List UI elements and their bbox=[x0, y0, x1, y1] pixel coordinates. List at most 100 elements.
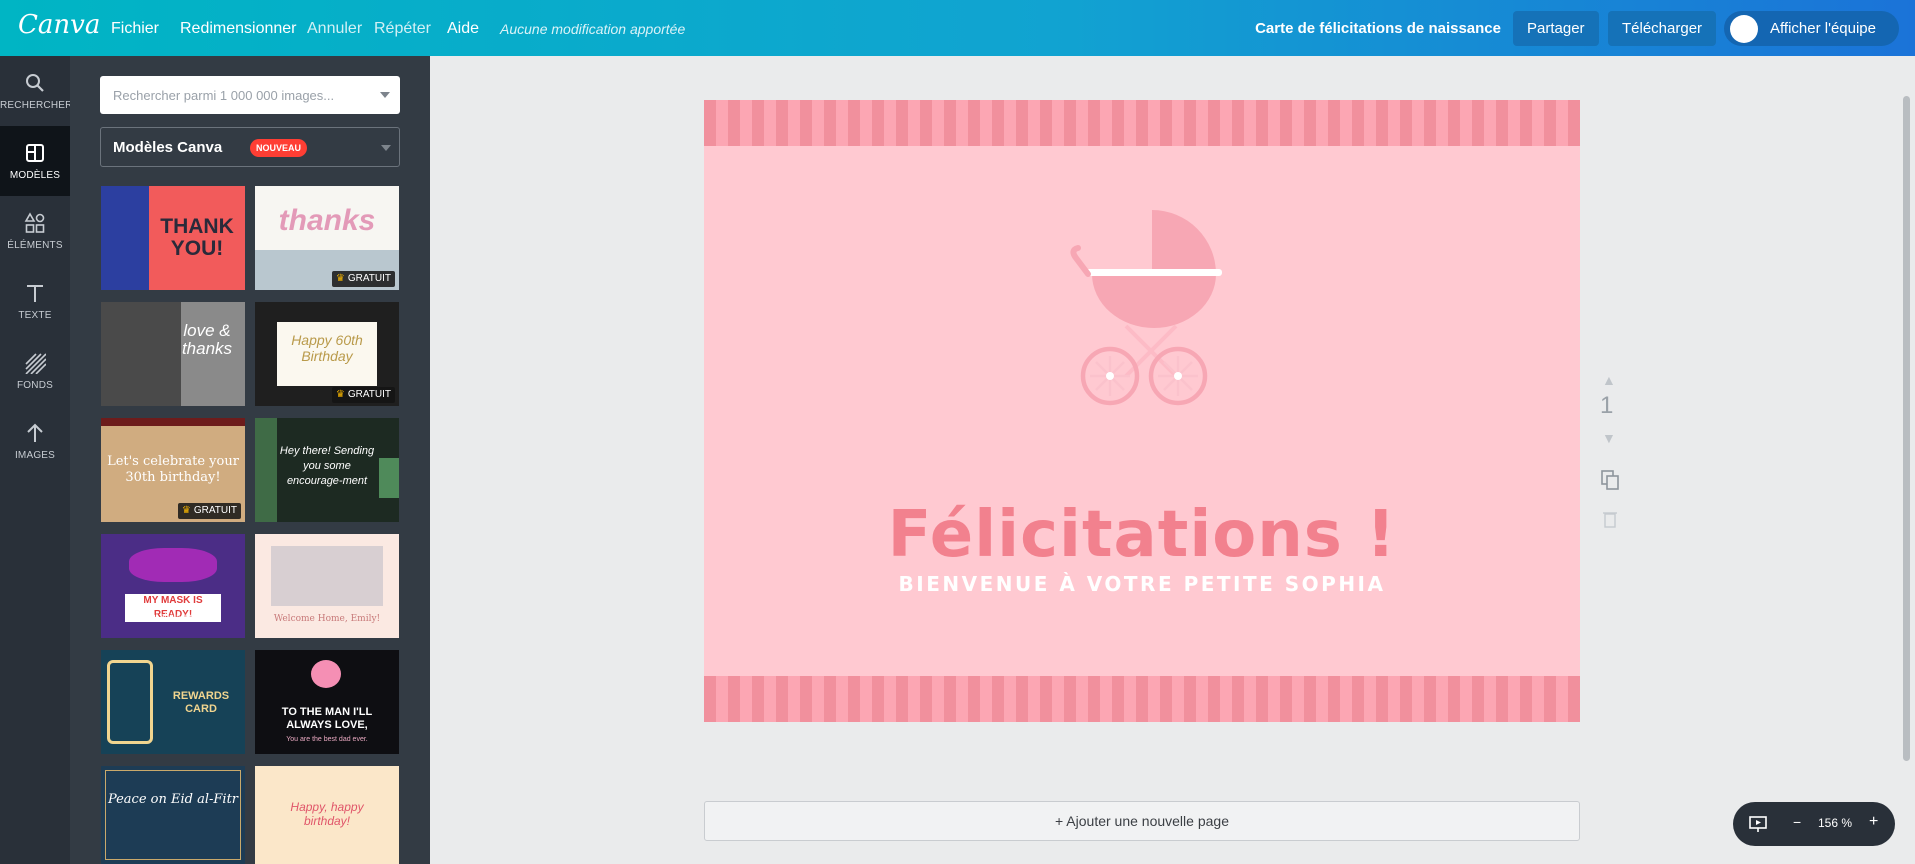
zoom-out-button[interactable]: − bbox=[1793, 814, 1801, 830]
backgrounds-icon bbox=[25, 353, 46, 374]
thumbnail-text: Let's celebrate your 30th birthday! bbox=[107, 454, 239, 485]
menu-help[interactable]: Aide bbox=[447, 20, 479, 38]
design-page[interactable]: Félicitations ! BIENVENUE À VOTRE PETITE… bbox=[704, 100, 1580, 722]
template-thumbnail[interactable]: Welcome Home, Emily! bbox=[255, 534, 399, 638]
thumbnail-text: love & thanks bbox=[181, 321, 233, 358]
crown-icon: ♛ bbox=[335, 273, 345, 284]
thumbnail-fuel-pump bbox=[107, 660, 153, 744]
templates-dropdown-label: Modèles Canva bbox=[113, 139, 223, 156]
show-team-label: Afficher l'équipe bbox=[1770, 20, 1876, 37]
top-bar: Canva Fichier Redimensionner Annuler Rép… bbox=[0, 0, 1915, 56]
free-badge-label: GRATUIT bbox=[347, 273, 391, 284]
duplicate-page-icon[interactable] bbox=[1601, 470, 1619, 490]
elements-icon bbox=[24, 212, 45, 233]
zoom-level[interactable]: 156 % bbox=[1818, 816, 1852, 830]
left-rail: RECHERCHER MODÈLES ÉLÉMENTS TEXTE FONDS … bbox=[0, 56, 73, 864]
template-thumbnail[interactable]: REWARDS CARD bbox=[101, 650, 245, 754]
upload-icon bbox=[27, 423, 43, 442]
rail-item-search[interactable]: RECHERCHER bbox=[0, 56, 73, 126]
canva-logo[interactable]: Canva bbox=[18, 10, 100, 40]
document-title[interactable]: Carte de félicitations de naissance bbox=[1255, 20, 1501, 37]
add-page-button[interactable]: + Ajouter une nouvelle page bbox=[704, 801, 1580, 841]
rail-item-text[interactable]: TEXTE bbox=[0, 266, 70, 336]
rail-item-elements[interactable]: ÉLÉMENTS bbox=[0, 196, 70, 266]
rail-label-elements: ÉLÉMENTS bbox=[7, 240, 63, 251]
thumbnail-photo bbox=[271, 546, 383, 606]
avatar bbox=[1730, 15, 1758, 43]
undo-button[interactable]: Annuler bbox=[307, 20, 362, 38]
top-stripe-border bbox=[704, 100, 1580, 146]
thumbnail-subtext: You are the best dad ever. bbox=[286, 736, 368, 743]
download-button[interactable]: Télécharger bbox=[1608, 11, 1717, 46]
text-icon bbox=[27, 285, 43, 302]
rail-item-backgrounds[interactable]: FONDS bbox=[0, 336, 70, 406]
chevron-down-icon[interactable] bbox=[380, 92, 390, 98]
thumbnail-text: Hey there! Sending you some encourage-me… bbox=[279, 445, 375, 487]
thumbnail-text: TO THE MAN I'LL ALWAYS LOVE, bbox=[281, 706, 373, 731]
bottom-stripe-border bbox=[704, 676, 1580, 722]
template-thumbnail[interactable]: thanks ♛ GRATUIT bbox=[255, 186, 399, 290]
menu-resize[interactable]: Redimensionner bbox=[180, 20, 297, 38]
search-icon bbox=[26, 74, 44, 92]
rail-label-backgrounds: FONDS bbox=[17, 380, 53, 391]
design-subtitle[interactable]: BIENVENUE À VOTRE PETITE SOPHIA bbox=[704, 572, 1580, 596]
crown-icon: ♛ bbox=[181, 505, 191, 516]
template-thumbnail[interactable]: Hey there! Sending you some encourage-me… bbox=[255, 418, 399, 522]
template-thumbnail[interactable]: love & thanks bbox=[101, 302, 245, 406]
thumbnail-frame bbox=[105, 770, 241, 860]
rail-item-templates[interactable]: MODÈLES bbox=[0, 126, 70, 196]
thumbnail-leaves bbox=[255, 418, 277, 522]
template-thumbnail[interactable]: TO THE MAN I'LL ALWAYS LOVE, You are the… bbox=[255, 650, 399, 754]
rail-item-images[interactable]: IMAGES bbox=[0, 406, 70, 476]
crown-icon: ♛ bbox=[335, 389, 345, 400]
delete-page-icon[interactable] bbox=[1603, 510, 1617, 528]
chevron-down-icon bbox=[381, 145, 391, 151]
templates-icon bbox=[26, 144, 44, 162]
move-page-up-icon[interactable]: ▲ bbox=[1602, 372, 1616, 388]
thumbnail-mask bbox=[129, 548, 217, 582]
free-badge: ♛ GRATUIT bbox=[331, 387, 395, 403]
thumbnail-text: THANK YOU! bbox=[160, 215, 234, 260]
template-thumbnail[interactable]: MY MASK IS READY! What about yours? bbox=[101, 534, 245, 638]
share-button[interactable]: Partager bbox=[1513, 11, 1599, 46]
search-box[interactable] bbox=[100, 76, 400, 114]
thumbnail-text: REWARDS CARD bbox=[172, 690, 230, 715]
free-badge-label: GRATUIT bbox=[193, 505, 237, 516]
move-page-down-icon[interactable]: ▼ bbox=[1602, 430, 1616, 446]
thumbnail-text: Happy 60th Birthday bbox=[291, 332, 363, 364]
show-team-button[interactable]: Afficher l'équipe bbox=[1724, 11, 1899, 46]
thumbnail-text: Happy, happy birthday! bbox=[290, 800, 364, 828]
rail-label-search: RECHERCHER bbox=[0, 100, 73, 111]
baby-carriage-icon[interactable] bbox=[1064, 210, 1224, 415]
design-title[interactable]: Félicitations ! bbox=[704, 498, 1580, 572]
template-thumbnail[interactable]: Peace on Eid al-Fitr bbox=[101, 766, 245, 864]
new-badge: NOUVEAU bbox=[250, 139, 308, 157]
rail-label-text: TEXTE bbox=[18, 310, 52, 321]
free-badge: ♛ GRATUIT bbox=[331, 271, 395, 287]
save-status: Aucune modification apportée bbox=[500, 21, 686, 37]
templates-panel: Modèles Canva NOUVEAU THANK YOU! thanks … bbox=[70, 56, 430, 864]
present-icon[interactable] bbox=[1749, 815, 1767, 833]
vertical-scrollbar[interactable] bbox=[1903, 96, 1910, 761]
zoom-in-button[interactable]: + bbox=[1869, 813, 1878, 831]
thumbnail-leaves bbox=[379, 458, 399, 498]
free-badge-label: GRATUIT bbox=[347, 389, 391, 400]
template-thumbnail[interactable]: Let's celebrate your 30th birthday! ♛ GRA… bbox=[101, 418, 245, 522]
template-thumbnail[interactable]: Happy 60th Birthday ♛ GRATUIT bbox=[255, 302, 399, 406]
redo-button[interactable]: Répéter bbox=[374, 20, 431, 38]
thumbnail-text: Peace on Eid al-Fitr bbox=[107, 792, 239, 807]
search-input[interactable] bbox=[100, 76, 370, 114]
thumbnail-text: Welcome Home, Emily! bbox=[273, 614, 381, 624]
thumbnail-heart bbox=[311, 660, 341, 688]
page-number: 1 bbox=[1600, 392, 1614, 419]
zoom-controls: − 156 % + bbox=[1733, 802, 1895, 846]
thumbnail-subtext: What about yours? bbox=[139, 612, 207, 621]
free-badge: ♛ GRATUIT bbox=[177, 503, 241, 519]
template-thumbnail[interactable]: THANK YOU! bbox=[101, 186, 245, 290]
rail-label-images: IMAGES bbox=[14, 450, 56, 461]
rail-label-templates: MODÈLES bbox=[9, 170, 61, 181]
templates-dropdown[interactable]: Modèles Canva NOUVEAU bbox=[100, 127, 400, 167]
template-thumbnail[interactable]: Happy, happy birthday! bbox=[255, 766, 399, 864]
thumbnail-text: thanks bbox=[278, 204, 376, 237]
menu-file[interactable]: Fichier bbox=[111, 20, 159, 38]
